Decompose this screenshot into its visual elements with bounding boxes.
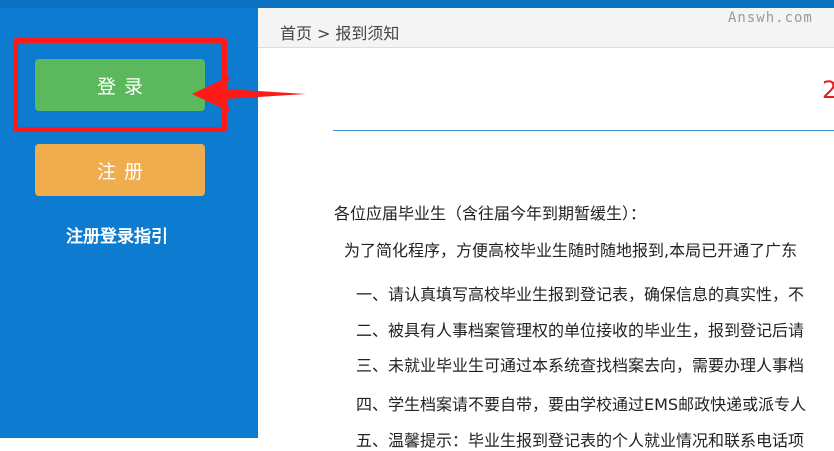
- notice-item-2: 二、被具有人事档案管理权的单位接收的毕业生，报到登记后请: [356, 321, 805, 340]
- breadcrumb-separator: >: [317, 24, 331, 43]
- top-strip: [0, 0, 834, 8]
- register-login-guide-link[interactable]: 注册登录指引: [0, 222, 234, 247]
- register-button[interactable]: 注册: [35, 144, 205, 196]
- breadcrumb: 首页 > 报到须知: [280, 20, 399, 44]
- breadcrumb-current: 报到须知: [335, 24, 400, 43]
- page-title: 2: [822, 76, 834, 104]
- notice-item-4: 四、学生档案请不要自带，要由学校通过EMS邮政快递或派专人: [356, 395, 807, 414]
- notice-item-3: 三、未就业毕业生可通过本系统查找档案去向，需要办理人事档: [356, 356, 805, 375]
- watermark: Answh.com: [728, 10, 813, 26]
- intro-text: 为了简化程序，方便高校毕业生随时随地报到,本局已开通了广东: [344, 241, 798, 260]
- notice-item-5: 五、温馨提示：毕业生报到登记表的个人就业情况和联系电话项: [356, 431, 805, 450]
- notice-item-1: 一、请认真填写高校毕业生报到登记表，确保信息的真实性，不: [356, 285, 805, 304]
- greeting-text: 各位应届毕业生（含往届今年到期暂缓生）：: [334, 204, 647, 223]
- red-arrow-icon: [192, 76, 306, 112]
- breadcrumb-home[interactable]: 首页: [280, 24, 312, 43]
- title-divider: [333, 130, 834, 131]
